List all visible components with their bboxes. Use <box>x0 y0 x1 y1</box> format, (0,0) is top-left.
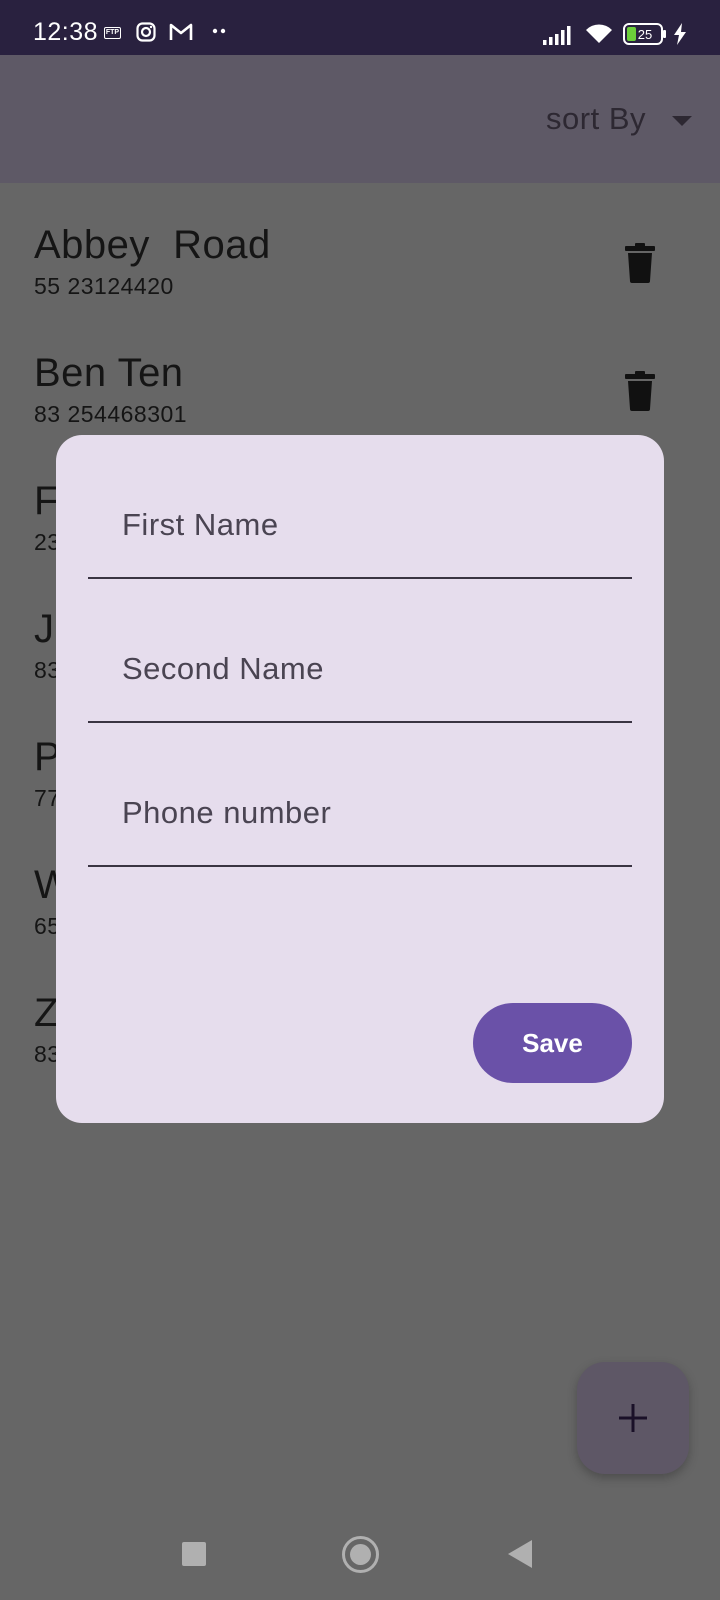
list-item[interactable]: Abbey Road 55 23124420 <box>0 183 720 311</box>
contact-name: Abbey Road <box>34 223 271 267</box>
first-name-placeholder: First Name <box>122 507 279 542</box>
more-dots-icon <box>212 28 226 34</box>
add-contact-dialog: First Name Second Name Phone number Save <box>56 435 664 1123</box>
contact-name: Ben Ten <box>34 351 184 395</box>
status-time: 12:38 <box>33 18 99 46</box>
status-bar: 12:38 FTP 25 <box>0 0 720 55</box>
trash-icon[interactable] <box>625 243 655 283</box>
phone-number-field[interactable]: Phone number <box>88 723 632 867</box>
gmail-icon <box>169 23 193 40</box>
home-icon[interactable] <box>342 1536 379 1573</box>
charging-icon <box>674 23 686 45</box>
ftp-icon: FTP <box>104 27 121 39</box>
phone-number-placeholder: Phone number <box>122 795 332 830</box>
contact-phone: 55 23124420 <box>34 273 174 299</box>
plus-icon <box>619 1404 647 1432</box>
back-icon[interactable] <box>508 1540 532 1568</box>
system-nav-bar <box>0 1512 720 1600</box>
first-name-field[interactable]: First Name <box>88 435 632 579</box>
sort-by-label: sort By <box>546 101 646 136</box>
second-name-field[interactable]: Second Name <box>88 579 632 723</box>
app-bar: sort By <box>0 55 720 183</box>
second-name-placeholder: Second Name <box>122 651 324 686</box>
save-button[interactable]: Save <box>473 1003 632 1083</box>
recents-icon[interactable] <box>182 1542 206 1566</box>
sort-by-dropdown[interactable]: sort By <box>546 101 692 137</box>
signal-icon <box>543 26 571 45</box>
wifi-icon <box>586 24 612 43</box>
add-contact-fab[interactable] <box>577 1362 689 1474</box>
battery-icon: 25 <box>623 23 666 45</box>
instagram-icon <box>136 22 156 42</box>
chevron-down-icon <box>672 116 692 126</box>
contact-name: J <box>34 607 55 651</box>
list-item[interactable]: Ben Ten 83 254468301 <box>0 311 720 439</box>
contact-phone: 83 254468301 <box>34 401 188 427</box>
trash-icon[interactable] <box>625 371 655 411</box>
svg-text:25: 25 <box>638 27 652 42</box>
